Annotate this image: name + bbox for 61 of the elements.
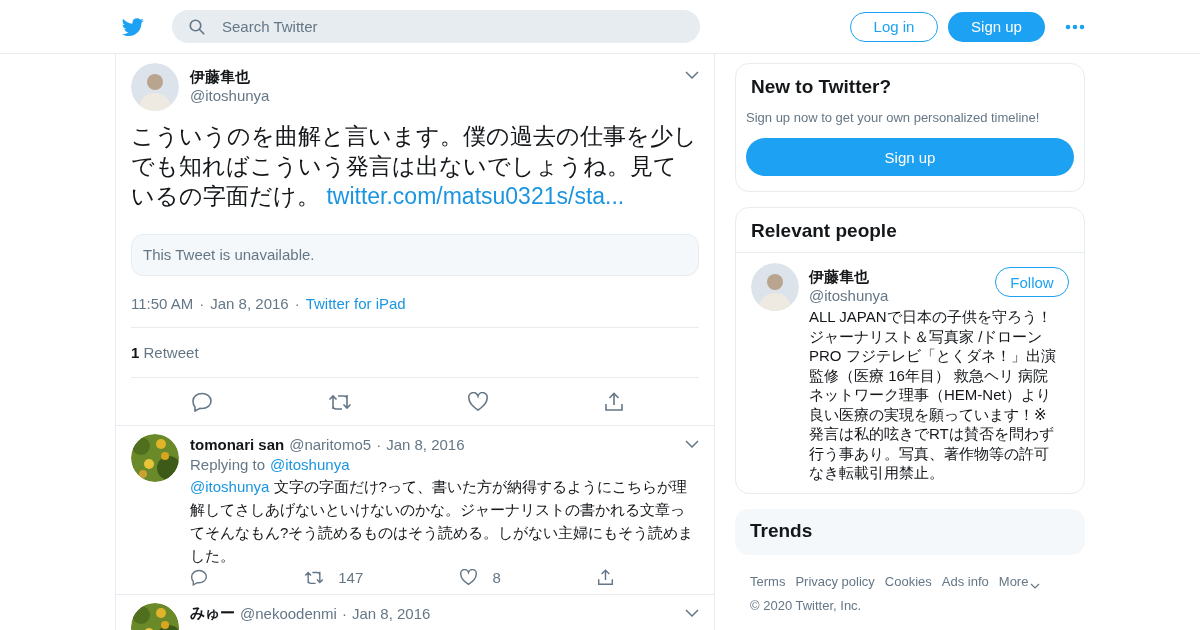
reply-icon[interactable] [191, 391, 213, 412]
more-icon[interactable] [1065, 23, 1085, 30]
footer-link[interactable]: More [998, 573, 1041, 589]
user-name[interactable]: 伊藤隼也 [190, 67, 270, 86]
like-icon[interactable] [467, 391, 489, 412]
reply-text: @itoshunya 文字の字面だけ?って、書いた方が納得するようにこちらが理解してさしあげないといけないのかな。ジャーナリストの書かれる文章ってそんなもん?そう読めるものはそう読める。しがない主婦にもそう読めました。 [190, 477, 695, 566]
mention-link[interactable]: @itoshunya [270, 456, 350, 473]
footer-link[interactable]: Privacy policy [795, 573, 875, 589]
separator-dot: · [376, 435, 382, 453]
share-icon[interactable] [604, 391, 624, 412]
unavailable-notice: This Tweet is unavailable. [131, 234, 699, 276]
tweet-text: こういうのを曲解と言います。僕の過去の仕事を少しでも知ればこういう発言は出ないでしょうね。見ているの字面だけ。 twitter.com/matsu0321s/sta... [131, 122, 698, 211]
chevron-icon[interactable] [685, 71, 699, 79]
chevron-icon[interactable] [685, 609, 699, 617]
reply-icon[interactable] [190, 569, 208, 586]
tweet-link[interactable]: twitter.com/matsu0321s/sta... [326, 183, 625, 209]
bird-logo-icon[interactable] [120, 15, 146, 38]
mention-link[interactable]: @itoshunya [190, 478, 270, 495]
signup-button[interactable]: Sign up [746, 138, 1074, 176]
tweet-time[interactable]: 11:50 AM [131, 295, 194, 312]
share-icon[interactable] [597, 569, 614, 586]
retweet-icon[interactable] [328, 392, 352, 411]
card-title: New to Twitter? [750, 76, 893, 98]
user-name[interactable]: tomonari san [190, 435, 285, 453]
user-handle[interactable]: @nekoodenmi [240, 604, 337, 622]
like-count: 8 [492, 569, 501, 586]
separator-dot: · [341, 604, 347, 622]
user-bio: ALL JAPANで日本の子供を守ろう！ジャーナリスト＆写真家 /ドローンPRO フジテレビ「とくダネ！」出演監修（医療 16年目） 救急ヘリ 病院ネットワーク理事（HEM-Net）より良い医療の実現を願っています！※ 発言は私的呟きでRTは賛否を問わず行う事あり。写真、著作物等の許可なき転載引用禁止。 [809, 307, 1057, 483]
footer-link[interactable]: Terms [750, 573, 786, 589]
chevron-icon[interactable] [685, 440, 699, 448]
like-icon[interactable] [459, 569, 479, 586]
user-handle[interactable]: @itoshunya [809, 286, 889, 305]
card-subtitle: Sign up now to get your own personalized timeline! [746, 110, 1041, 125]
card-title: Relevant people [736, 208, 1084, 253]
signup-button[interactable]: Sign up [948, 11, 1045, 42]
login-button[interactable]: Log in [850, 11, 938, 42]
retweet-icon[interactable] [304, 570, 325, 585]
avatar-icon[interactable] [131, 63, 179, 111]
footer-link[interactable]: Ads info [941, 573, 989, 589]
footer-link[interactable]: Cookies [884, 573, 932, 589]
source-link[interactable]: Twitter for iPad [305, 295, 406, 312]
card-title: Trends [749, 519, 814, 542]
user-handle[interactable]: @naritomo5 [289, 435, 372, 453]
retweet-count: 147 [338, 569, 364, 586]
user-handle[interactable]: @itoshunya [190, 86, 270, 105]
separator-dot: · [294, 295, 300, 312]
replying-label: Replying to [190, 456, 266, 473]
user-name[interactable]: みゅー [190, 603, 235, 623]
separator-dot: · [199, 295, 205, 312]
reply-date[interactable]: Jan 8, 2016 [386, 435, 465, 453]
copyright: © 2020 Twitter, Inc. [749, 597, 863, 613]
tweet-date[interactable]: Jan 8, 2016 [210, 295, 289, 312]
search-icon [188, 17, 206, 36]
avatar-icon[interactable] [751, 263, 799, 311]
search-input[interactable]: Search Twitter [220, 17, 684, 36]
user-name[interactable]: 伊藤隼也 [809, 267, 889, 286]
caret-icon [1030, 582, 1041, 589]
retweet-count[interactable]: 1 Retweet [131, 344, 199, 361]
follow-button[interactable]: Follow [995, 267, 1069, 297]
search-field[interactable]: Search Twitter [172, 10, 700, 43]
reply-date[interactable]: Jan 8, 2016 [351, 604, 431, 622]
